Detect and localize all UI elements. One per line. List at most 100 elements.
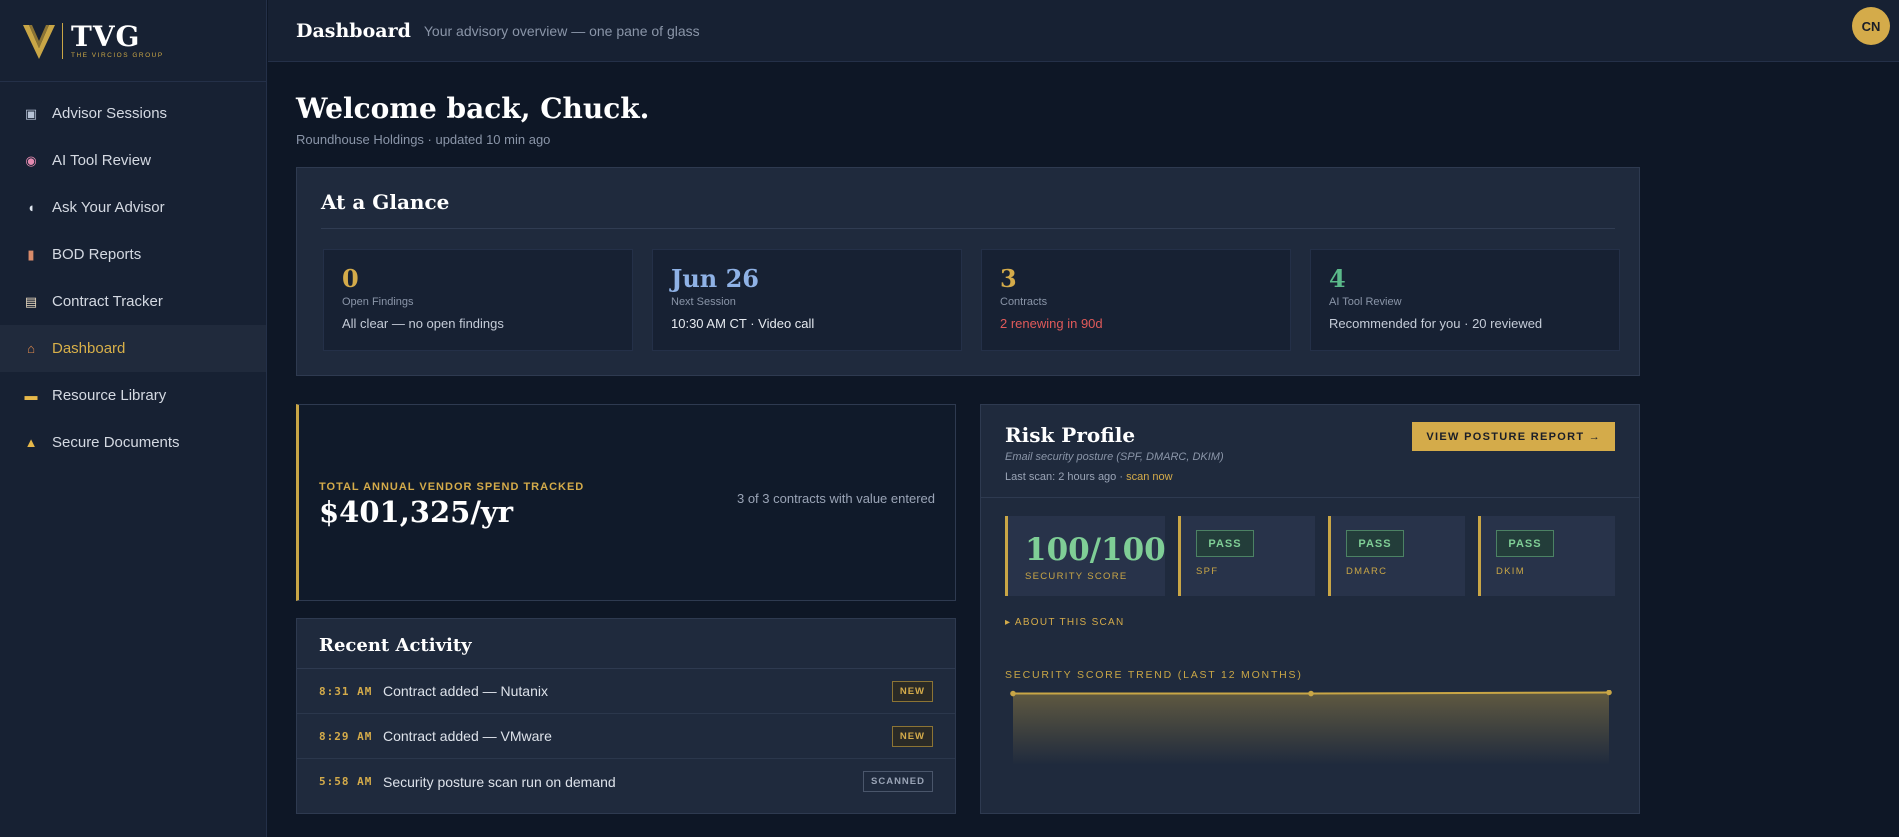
stat-value: 3: [1000, 264, 1017, 293]
welcome-heading: Welcome back, Chuck.: [296, 92, 650, 125]
sidebar-item-bod-reports[interactable]: ▮ BOD Reports: [0, 231, 266, 278]
risk-profile-panel: Risk Profile Email security posture (SPF…: [980, 404, 1640, 814]
sidebar-item-label: AI Tool Review: [52, 152, 151, 169]
activity-text: Contract added — Nutanix: [383, 683, 548, 699]
sidebar-item-label: BOD Reports: [52, 246, 142, 263]
lock-icon: ▲: [24, 435, 38, 450]
activity-title: Recent Activity: [319, 635, 472, 656]
activity-row: 8:29 AM Contract added — VMware NEW: [297, 714, 955, 759]
stat-label: Contracts: [1000, 296, 1048, 308]
sidebar-item-label: Dashboard: [52, 340, 126, 357]
trend-point[interactable]: [1308, 690, 1314, 697]
sidebar-item-secure-documents[interactable]: ▲ Secure Documents: [0, 419, 266, 466]
robot-icon: ◉: [25, 152, 37, 168]
activity-text: Security posture scan run on demand: [383, 773, 616, 790]
page-title: Dashboard: [296, 19, 411, 42]
welcome-subtitle: Roundhouse Holdings · updated 10 min ago: [296, 132, 551, 147]
glance-stat-contracts[interactable]: 3 Contracts 2 renewing in 90d: [981, 249, 1291, 351]
brand-logo[interactable]: TVG THE VIRCIOS GROUP: [0, 0, 266, 82]
sidebar-item-label: Secure Documents: [52, 434, 180, 451]
activity-row: 5:58 AM Security posture scan run on dema…: [297, 759, 955, 804]
bar-chart-icon: ▮: [27, 246, 35, 262]
scan-now-link[interactable]: scan now: [1126, 471, 1172, 483]
stat-value: 0: [342, 264, 359, 293]
spend-note: 3 of 3 contracts with value entered: [736, 491, 935, 506]
glance-divider: [321, 228, 1615, 229]
sidebar-item-label: Resource Library: [52, 387, 167, 404]
page-subtitle: Your advisory overview — one pane of gla…: [423, 22, 700, 39]
sidebar-item-advisor-sessions[interactable]: ▣ Advisor Sessions: [0, 90, 266, 137]
top-bar: Dashboard Your advisory overview — one p…: [268, 0, 1899, 62]
vendor-spend-card: TOTAL ANNUAL VENDOR SPEND TRACKED $401,3…: [296, 404, 956, 601]
calendar-icon: ▣: [24, 105, 38, 121]
trend-title: SECURITY SCORE TREND (LAST 12 MONTHS): [1005, 669, 1303, 681]
view-posture-report-button[interactable]: VIEW POSTURE REPORT →: [1412, 422, 1615, 451]
spend-label: TOTAL ANNUAL VENDOR SPEND TRACKED: [319, 481, 585, 493]
risk-subtitle: Email security posture (SPF, DMARC, DKIM…: [1005, 451, 1224, 463]
stat-label: AI Tool Review: [1329, 296, 1402, 308]
glance-stat-next-session[interactable]: Jun 26 Next Session 10:30 AM CT · Video ca…: [652, 249, 962, 351]
brand-tagline: THE VIRCIOS GROUP: [71, 51, 164, 59]
house-icon: ⌂: [27, 341, 35, 356]
sidebar-item-ask-your-advisor[interactable]: ◖ Ask Your Advisor: [0, 184, 266, 231]
risk-divider: [981, 497, 1639, 498]
brand-name: TVG: [71, 19, 141, 53]
glance-stat-open-findings[interactable]: 0 Open Findings All clear — no open findin…: [323, 249, 633, 351]
glance-title: At a Glance: [321, 190, 450, 214]
stat-value: 4: [1329, 264, 1346, 293]
stat-value: Jun 26: [671, 264, 760, 293]
last-scan-label: Last scan: 2 hours ago ·: [1005, 471, 1127, 483]
at-a-glance-panel: At a Glance 0 Open Findings All clear — no…: [296, 167, 1640, 376]
sidebar-item-label: Advisor Sessions: [52, 105, 168, 122]
security-score-card: 100/100 SECURITY SCORE: [1005, 516, 1166, 596]
sidebar-item-label: Contract Tracker: [52, 293, 163, 310]
check-label: DMARC: [1346, 566, 1388, 577]
last-scan-text: Last scan: 2 hours ago · scan now: [1005, 471, 1173, 483]
sidebar-nav: ▣ Advisor Sessions ◉ AI Tool Review ◖ Ask You…: [0, 82, 266, 466]
check-card-spf: PASS SPF: [1178, 516, 1315, 596]
stat-description: Recommended for you · 20 reviewed: [1329, 316, 1543, 331]
tvg-v-logo-icon: [23, 24, 55, 59]
activity-row: 8:31 AM Contract added — Nutanix NEW: [297, 669, 955, 714]
folder-icon: ▬: [24, 388, 38, 403]
security-score-trend-chart: [1010, 690, 1612, 765]
clipboard-icon: ▤: [24, 293, 38, 309]
security-score-value: 100/100: [1025, 532, 1166, 568]
stat-label: Next Session: [671, 296, 736, 308]
sidebar-item-resource-library[interactable]: ▬ Resource Library: [0, 372, 266, 419]
check-label: SPF: [1196, 566, 1219, 577]
pass-badge: PASS: [1496, 530, 1554, 557]
glance-stat-ai-tool-review[interactable]: 4 AI Tool Review Recommended for you · 20 …: [1310, 249, 1620, 351]
stat-description: All clear — no open findings: [342, 316, 504, 331]
sidebar-item-dashboard[interactable]: ⌂ Dashboard: [0, 325, 266, 372]
stat-description: 10:30 AM CT · Video call: [671, 316, 815, 331]
check-card-dmarc: PASS DMARC: [1328, 516, 1465, 596]
sidebar-item-contract-tracker[interactable]: ▤ Contract Tracker: [0, 278, 266, 325]
stat-description: 2 renewing in 90d: [1000, 316, 1103, 331]
activity-time: 8:31 AM: [319, 684, 373, 698]
check-card-dkim: PASS DKIM: [1478, 516, 1615, 596]
stat-label: Open Findings: [342, 296, 414, 308]
pass-badge: PASS: [1196, 530, 1254, 557]
activity-badge: NEW: [891, 725, 933, 747]
sidebar-item-label: Ask Your Advisor: [52, 199, 165, 216]
trend-area: [1013, 692, 1609, 765]
security-score-label: SECURITY SCORE: [1025, 571, 1128, 582]
activity-time: 5:58 AM: [319, 775, 373, 788]
check-label: DKIM: [1496, 566, 1525, 577]
risk-title: Risk Profile: [1005, 423, 1136, 447]
user-avatar[interactable]: CN: [1852, 7, 1890, 45]
pass-badge: PASS: [1346, 530, 1404, 557]
activity-time: 8:29 AM: [319, 729, 373, 743]
speech-bubble-icon: ◖: [27, 200, 35, 215]
brand-divider: [62, 22, 63, 59]
sidebar-item-ai-tool-review[interactable]: ◉ AI Tool Review: [0, 137, 266, 184]
activity-badge: SCANNED: [863, 771, 933, 792]
activity-text: Contract added — VMware: [383, 728, 552, 744]
about-this-scan-toggle[interactable]: ▸ ABOUT THIS SCAN: [1005, 617, 1125, 628]
trend-point[interactable]: [1010, 690, 1016, 697]
spend-value: $401,325/yr: [319, 495, 514, 529]
activity-badge: NEW: [891, 680, 933, 702]
recent-activity-panel: Recent Activity 8:31 AM Contract added — …: [296, 618, 956, 814]
sidebar: TVG THE VIRCIOS GROUP ▣ Advisor Sessions ◉…: [0, 0, 267, 837]
